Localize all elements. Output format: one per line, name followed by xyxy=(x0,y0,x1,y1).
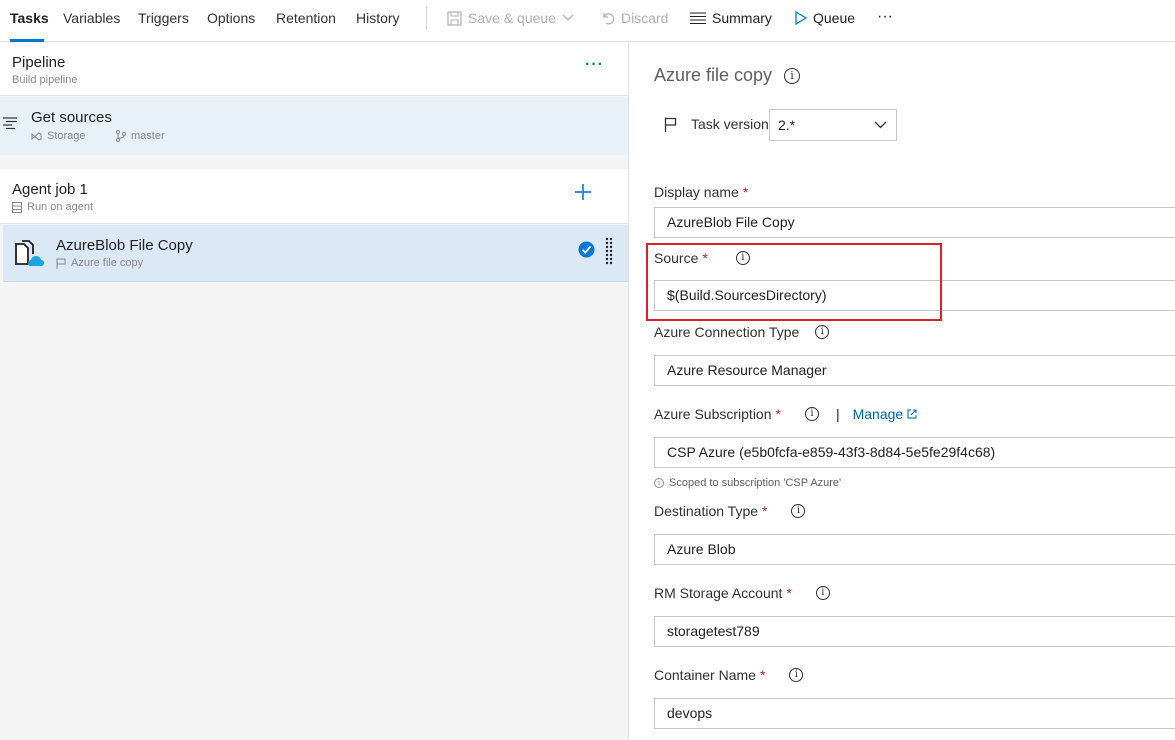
chevron-down-icon xyxy=(562,14,574,21)
storage-account-info-icon[interactable]: i xyxy=(815,586,830,600)
server-icon xyxy=(12,201,22,213)
undo-icon xyxy=(603,13,615,25)
queue-button[interactable]: Queue xyxy=(795,10,855,26)
connection-type-label: Azure Connection Type i xyxy=(654,324,830,340)
more-actions-button[interactable]: ··· xyxy=(877,8,893,26)
task-type-label: Azure file copy xyxy=(71,257,144,269)
branch-name: master xyxy=(131,130,165,142)
agent-job[interactable]: Agent job 1 Run on agent xyxy=(0,169,628,224)
display-name-label-text: Display name xyxy=(654,184,739,200)
source-input[interactable]: $(Build.SourcesDirectory) xyxy=(654,280,1175,311)
connection-type-info-icon[interactable]: i xyxy=(815,325,830,339)
display-name-label: Display name * xyxy=(654,184,748,200)
task-version-value: 2.* xyxy=(778,117,796,133)
summary-label: Summary xyxy=(712,10,772,26)
connection-type-select[interactable]: Azure Resource Manager xyxy=(654,355,1175,386)
required-asterisk: * xyxy=(702,250,708,266)
toolbar-divider xyxy=(426,6,427,30)
subscription-hint: i Scoped to subscription 'CSP Azure' xyxy=(654,477,841,489)
chevron-down-icon xyxy=(874,121,887,129)
connection-type-label-text: Azure Connection Type xyxy=(654,324,800,340)
storage-account-label: RM Storage Account * i xyxy=(654,585,830,601)
drag-handle-icon[interactable] xyxy=(605,237,613,267)
destination-type-info-icon[interactable]: i xyxy=(791,504,806,518)
sources-icon xyxy=(3,117,17,129)
list-icon xyxy=(690,12,706,24)
required-asterisk: * xyxy=(786,585,792,601)
flag-icon xyxy=(664,117,677,132)
task-details-title: Azure file copy i xyxy=(654,65,801,86)
tab-retention[interactable]: Retention xyxy=(276,10,336,26)
subscription-select[interactable]: CSP Azure (e5b0fcfa-e859-43f3-8d84-5e5fe… xyxy=(654,437,1175,468)
container-name-info-icon[interactable]: i xyxy=(789,668,804,682)
pipeline-more-button[interactable]: ··· xyxy=(585,56,604,74)
azure-file-copy-icon xyxy=(15,240,44,266)
required-asterisk: * xyxy=(762,503,768,519)
task-title: AzureBlob File Copy xyxy=(56,237,193,254)
separator: | xyxy=(835,406,840,422)
container-name-label-text: Container Name xyxy=(654,667,756,683)
required-asterisk: * xyxy=(742,184,749,200)
container-name-input[interactable]: devops xyxy=(654,698,1175,729)
agent-job-subtitle: Run on agent xyxy=(12,201,93,213)
container-name-label: Container Name * i xyxy=(654,667,804,683)
pipeline-tasks-pane: Pipeline Build pipeline ··· Get sources … xyxy=(0,42,628,740)
tab-triggers[interactable]: Triggers xyxy=(138,10,189,26)
task-version-select[interactable]: 2.* xyxy=(769,109,897,141)
info-icon[interactable]: i xyxy=(784,67,801,84)
checkmark-icon xyxy=(578,241,595,258)
storage-account-label-text: RM Storage Account xyxy=(654,585,783,601)
task-details-title-text: Azure file copy xyxy=(654,65,773,85)
repo-info: Storage xyxy=(31,130,86,142)
manage-link-label: Manage xyxy=(852,406,904,422)
pipeline-header[interactable]: Pipeline Build pipeline ··· xyxy=(0,42,628,96)
task-azureblob-file-copy[interactable]: AzureBlob File Copy Azure file copy xyxy=(3,225,628,282)
destination-type-label: Destination Type * i xyxy=(654,503,806,519)
tab-variables[interactable]: Variables xyxy=(63,10,120,26)
task-subtitle: Azure file copy xyxy=(56,257,143,269)
agent-job-sub-label: Run on agent xyxy=(27,201,94,213)
storage-account-select[interactable]: storagetest789 xyxy=(654,616,1175,647)
source-label: Source * i xyxy=(654,250,750,266)
get-sources-item[interactable]: Get sources Storage master xyxy=(0,97,628,155)
play-icon xyxy=(795,11,807,25)
destination-type-select[interactable]: Azure Blob xyxy=(654,534,1175,565)
display-name-input[interactable]: AzureBlob File Copy xyxy=(654,207,1175,238)
branch-info: master xyxy=(116,130,165,142)
subscription-label: Azure Subscription * i | Manage xyxy=(654,406,917,422)
agent-job-title: Agent job 1 xyxy=(12,181,88,198)
external-link-icon xyxy=(907,409,917,419)
branch-icon xyxy=(116,130,126,142)
manage-link[interactable]: Manage xyxy=(853,406,918,422)
destination-type-label-text: Destination Type xyxy=(654,503,759,519)
task-details-pane: Azure file copy i Task version 2.* Displ… xyxy=(629,42,1175,740)
hint-info-icon: i xyxy=(654,478,664,488)
source-label-text: Source xyxy=(654,250,699,266)
tab-history[interactable]: History xyxy=(356,10,400,26)
add-task-icon[interactable] xyxy=(572,181,594,203)
tab-tasks[interactable]: Tasks xyxy=(10,10,49,26)
discard-label: Discard xyxy=(621,10,669,26)
save-queue-label: Save & queue xyxy=(468,10,556,26)
required-asterisk: * xyxy=(775,406,781,422)
subscription-hint-text: Scoped to subscription 'CSP Azure' xyxy=(669,477,842,489)
save-queue-button[interactable]: Save & queue xyxy=(447,10,574,26)
visual-studio-icon xyxy=(31,131,42,141)
pipeline-title: Pipeline xyxy=(12,54,66,71)
subscription-info-icon[interactable]: i xyxy=(804,407,819,421)
repo-name: Storage xyxy=(47,130,86,142)
required-asterisk: * xyxy=(759,667,766,683)
tab-options[interactable]: Options xyxy=(207,10,255,26)
subscription-label-text: Azure Subscription xyxy=(654,406,772,422)
queue-label: Queue xyxy=(813,10,856,26)
discard-button[interactable]: Discard xyxy=(601,10,668,26)
summary-button[interactable]: Summary xyxy=(690,10,772,26)
flag-icon xyxy=(56,258,66,269)
get-sources-title: Get sources xyxy=(31,109,112,126)
pipeline-subtitle: Build pipeline xyxy=(12,74,78,86)
source-info-icon[interactable]: i xyxy=(735,251,750,265)
toolbar: Tasks Variables Triggers Options Retenti… xyxy=(0,0,1175,42)
task-version-label: Task version xyxy=(691,116,769,132)
save-icon xyxy=(447,10,462,26)
